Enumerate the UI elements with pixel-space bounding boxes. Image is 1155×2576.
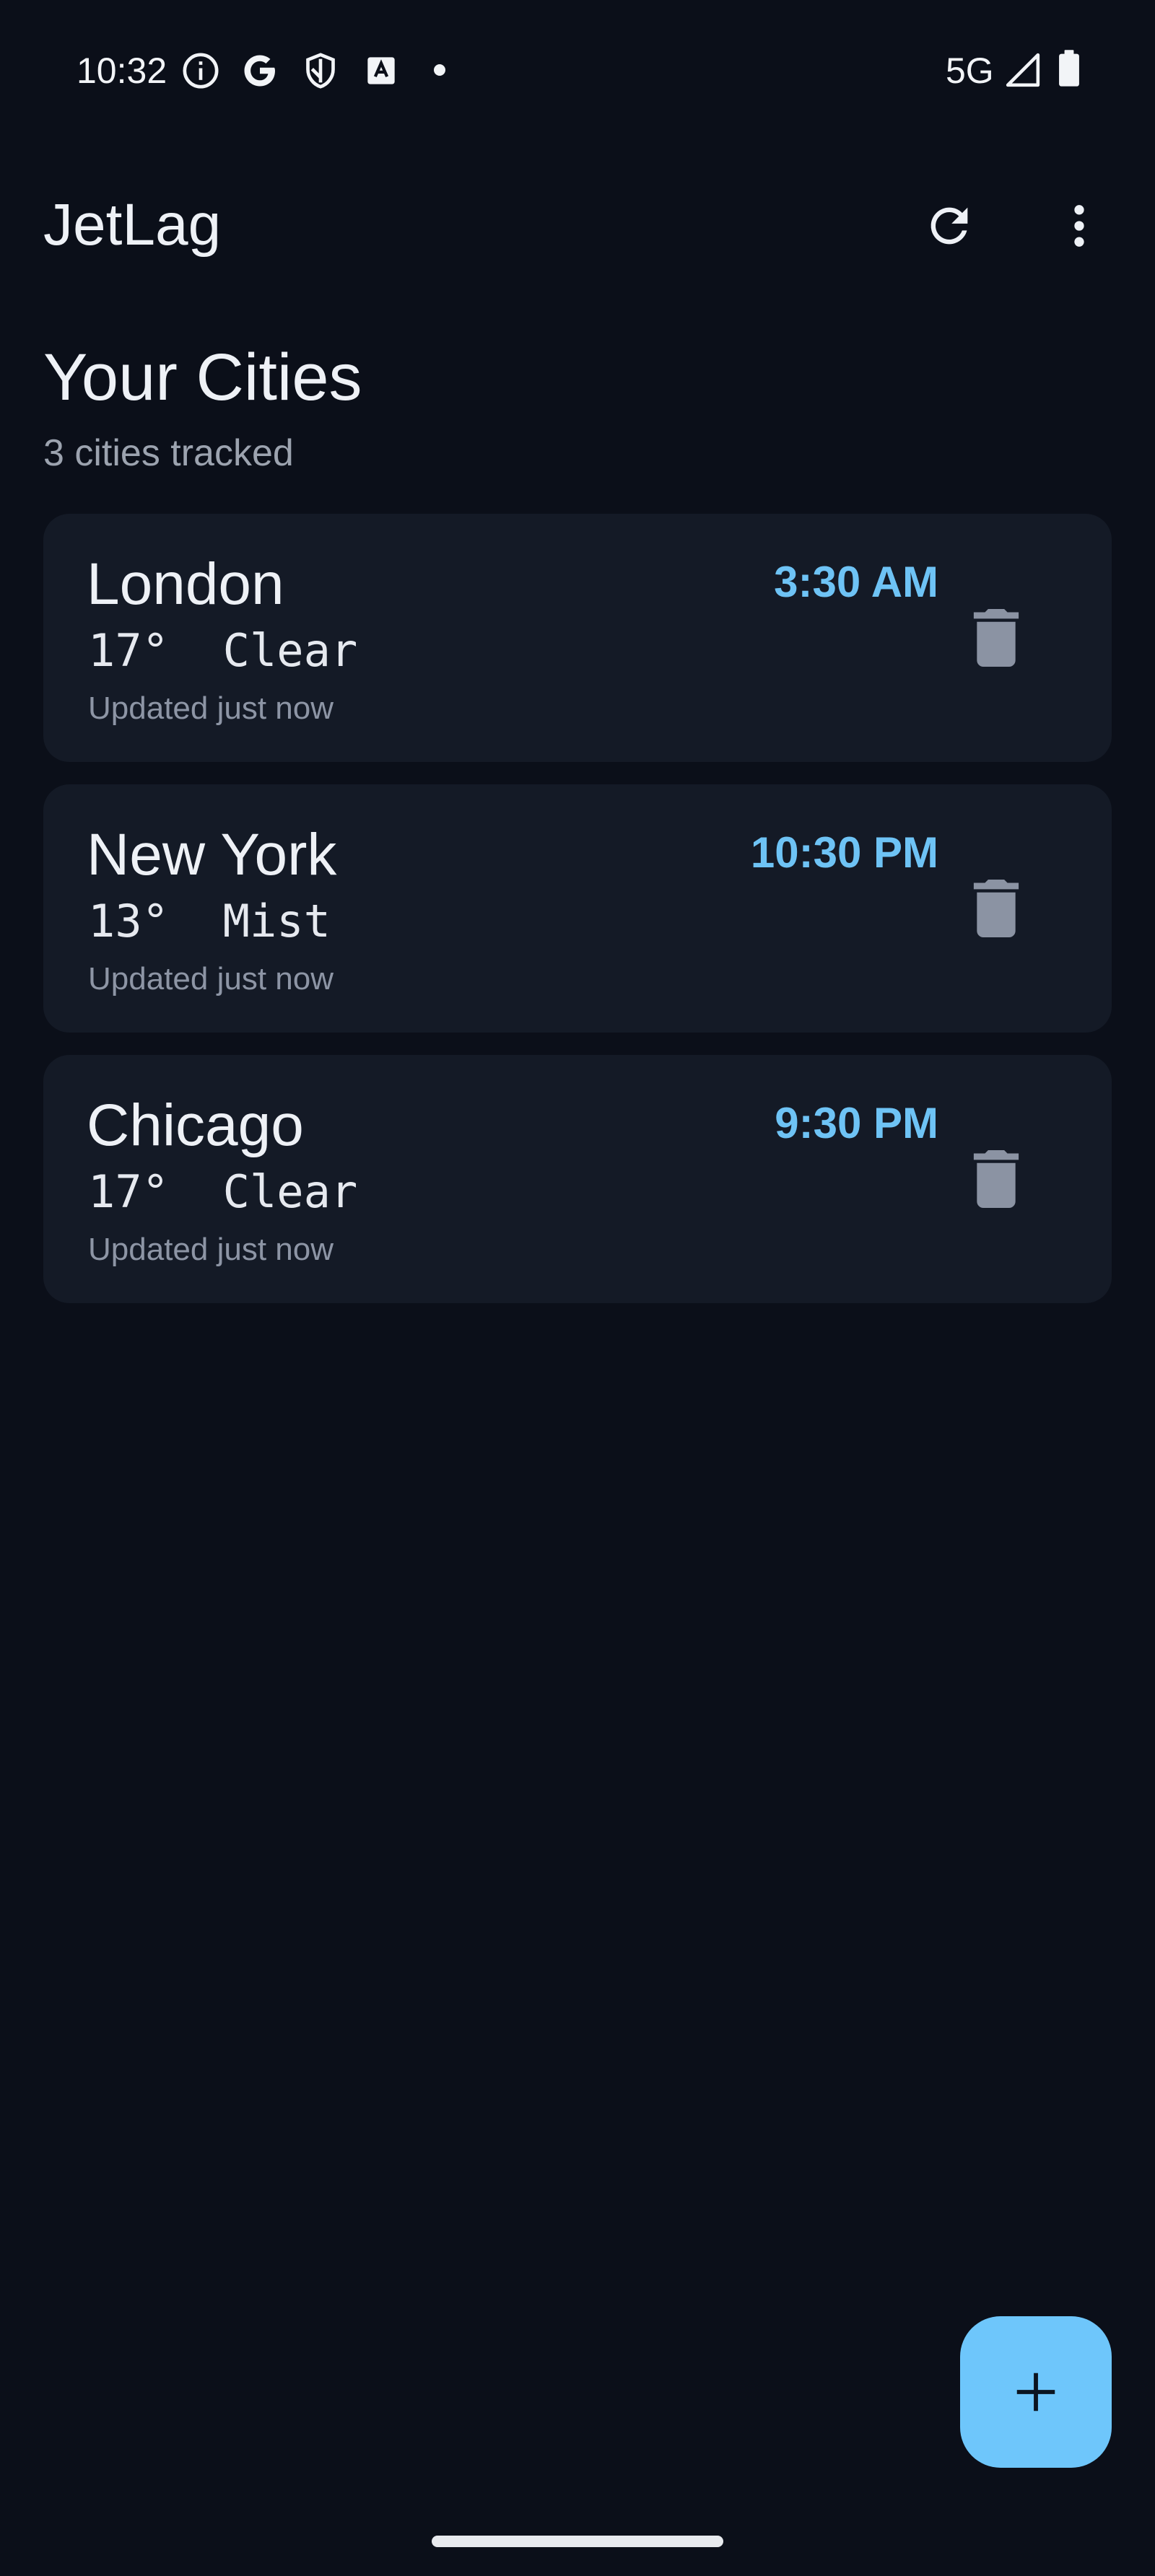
- delete-city-button[interactable]: [953, 865, 1040, 952]
- city-card-chicago[interactable]: Chicago 9:30 PM 17° Clear Updated just n…: [43, 1055, 1112, 1303]
- city-weather: 13° Mist: [88, 895, 331, 947]
- network-type: 5G: [946, 51, 994, 91]
- city-name: Chicago: [87, 1092, 304, 1158]
- refresh-icon: [930, 207, 968, 245]
- city-card-london[interactable]: London 3:30 AM 17° Clear Updated just no…: [43, 514, 1112, 762]
- city-name: London: [87, 551, 284, 617]
- gesture-navigation-bar[interactable]: [432, 2536, 723, 2547]
- delete-city-button[interactable]: [953, 1136, 1040, 1222]
- city-updated-status: Updated just now: [88, 691, 334, 726]
- battery-icon: [1058, 49, 1080, 88]
- city-local-time: 3:30 AM: [774, 558, 938, 606]
- add-icon: [1016, 2373, 1055, 2411]
- status-bar: 10:32 5G: [0, 0, 1155, 137]
- more-vert-icon: [1074, 205, 1084, 247]
- notification-dot: [434, 64, 445, 76]
- city-local-time: 10:30 PM: [750, 828, 938, 877]
- trash-icon: [973, 1150, 1019, 1208]
- city-card-new-york[interactable]: New York 10:30 PM 13° Mist Updated just …: [43, 784, 1112, 1033]
- more-options-button[interactable]: [1040, 186, 1119, 266]
- trash-icon: [973, 609, 1019, 667]
- city-weather: 17° Clear: [88, 624, 358, 677]
- delete-city-button[interactable]: [953, 595, 1040, 681]
- google-icon: [240, 51, 280, 91]
- section-title: Your Cities: [43, 341, 362, 414]
- status-time: 10:32: [77, 51, 167, 91]
- add-city-button[interactable]: [960, 2316, 1112, 2468]
- city-weather: 17° Clear: [88, 1165, 358, 1218]
- cities-count: 3 cities tracked: [43, 432, 294, 474]
- city-updated-status: Updated just now: [88, 1232, 334, 1267]
- city-name: New York: [87, 822, 337, 888]
- info-icon: [180, 51, 221, 91]
- city-updated-status: Updated just now: [88, 961, 334, 996]
- app-title: JetLag: [43, 192, 222, 258]
- trash-icon: [973, 880, 1019, 937]
- translate-icon: [361, 51, 401, 91]
- signal-icon: [1005, 52, 1041, 88]
- refresh-button[interactable]: [910, 186, 989, 266]
- city-local-time: 9:30 PM: [775, 1099, 938, 1147]
- shield-icon: [300, 51, 341, 91]
